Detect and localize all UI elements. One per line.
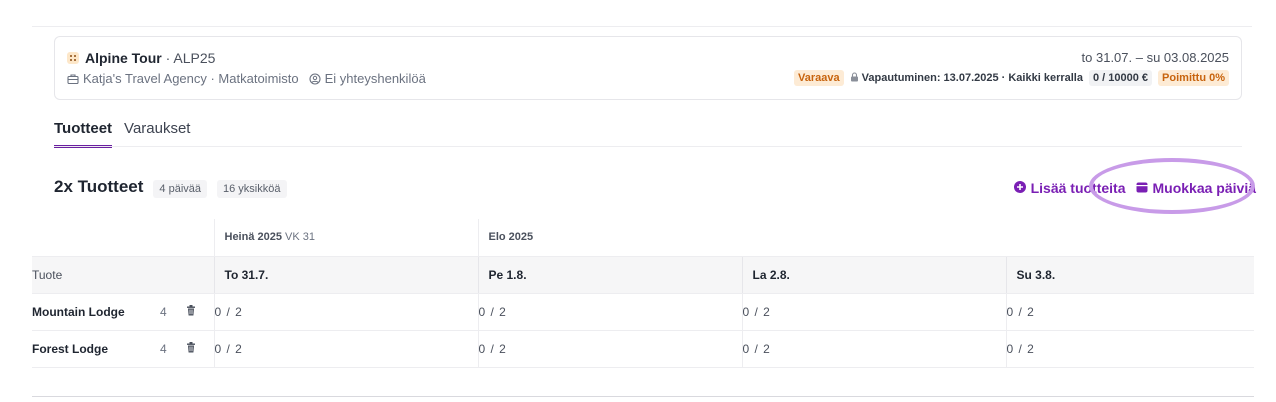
drag-handle-icon xyxy=(67,52,79,64)
contact-icon xyxy=(309,72,321,85)
day-header-row: Tuote To 31.7. Pe 1.8. La 2.8. Su 3.8. xyxy=(32,256,1254,294)
tour-dates: to 31.07. – su 03.08.2025 xyxy=(1081,50,1229,65)
month-august: Elo 2025 xyxy=(477,219,1254,257)
availability-cell[interactable]: 0 / 2 xyxy=(213,293,478,331)
product-column-header: Tuote xyxy=(32,256,214,294)
product-quantity: 4 xyxy=(160,330,186,368)
availability-cell[interactable]: 0 / 2 xyxy=(213,330,478,368)
calendar-icon xyxy=(1136,180,1148,196)
product-name[interactable]: Mountain Lodge xyxy=(32,293,160,331)
lock-icon xyxy=(850,71,859,85)
section-actions: Lisää tuotteita Muokkaa päiviä xyxy=(1013,180,1257,196)
tour-code: · ALP25 xyxy=(165,50,216,66)
availability-table: Heinä 2025 VK 31 Elo 2025 Tuote To 31.7.… xyxy=(32,219,1254,368)
trash-icon[interactable] xyxy=(186,330,214,368)
briefcase-icon xyxy=(67,73,79,85)
availability-cell[interactable]: 0 / 2 xyxy=(477,330,742,368)
status-badge: Varaava xyxy=(794,70,844,86)
tour-meta: Katja's Travel Agency · Matkatoimisto Ei… xyxy=(67,71,426,86)
day-header: Pe 1.8. xyxy=(477,256,742,294)
table-row: Forest Lodge 4 0 / 2 0 / 2 0 / 2 0 / 2 xyxy=(32,330,1254,368)
edit-days-button[interactable]: Muokkaa päiviä xyxy=(1136,180,1257,196)
day-header: To 31.7. xyxy=(213,256,478,294)
bottom-divider xyxy=(32,396,1254,397)
tab-bar: Tuotteet Varaukset xyxy=(54,120,190,148)
month-header-row: Heinä 2025 VK 31 Elo 2025 xyxy=(32,219,1254,257)
availability-cell[interactable]: 0 / 2 xyxy=(1005,293,1254,331)
tab-reservations[interactable]: Varaukset xyxy=(124,120,190,148)
release-info: Vapautuminen: 13.07.2025 · Kaikki kerral… xyxy=(850,71,1083,85)
availability-cell[interactable]: 0 / 2 xyxy=(741,293,1006,331)
tour-title: Alpine Tour · ALP25 xyxy=(67,50,215,66)
contact-person[interactable]: Ei yhteyshenkilöä xyxy=(325,71,426,86)
section-title: 2x Tuotteet xyxy=(54,177,144,196)
availability-cell[interactable]: 0 / 2 xyxy=(741,330,1006,368)
tour-name[interactable]: Alpine Tour xyxy=(85,50,162,66)
tour-status-bar: Varaava Vapautuminen: 13.07.2025 · Kaikk… xyxy=(794,70,1229,86)
availability-cell[interactable]: 0 / 2 xyxy=(1005,330,1254,368)
product-name[interactable]: Forest Lodge xyxy=(32,330,160,368)
month-july: Heinä 2025 VK 31 xyxy=(213,219,478,257)
day-header: Su 3.8. xyxy=(1005,256,1254,294)
table-row: Mountain Lodge 4 0 / 2 0 / 2 0 / 2 0 / 2 xyxy=(32,293,1254,331)
top-divider xyxy=(32,26,1252,27)
release-text: Vapautuminen: 13.07.2025 · Kaikki kerral… xyxy=(861,72,1083,84)
tab-products[interactable]: Tuotteet xyxy=(54,120,113,148)
edit-days-label: Muokkaa päiviä xyxy=(1152,180,1257,196)
amount-badge: 0 / 10000 € xyxy=(1088,70,1153,86)
product-quantity: 4 xyxy=(160,293,186,331)
picked-badge: Poimittu 0% xyxy=(1158,70,1229,86)
units-count-badge: 16 yksikköä xyxy=(217,180,287,198)
tour-header-card: Alpine Tour · ALP25 Katja's Travel Agenc… xyxy=(54,36,1242,100)
plus-circle-icon xyxy=(1013,180,1026,196)
days-count-badge: 4 päivää xyxy=(153,180,208,198)
tabs-divider xyxy=(54,146,1242,147)
trash-icon[interactable] xyxy=(186,293,214,331)
availability-cell[interactable]: 0 / 2 xyxy=(477,293,742,331)
agency-name[interactable]: Katja's Travel Agency · Matkatoimisto xyxy=(83,71,299,86)
day-header: La 2.8. xyxy=(741,256,1006,294)
add-products-label: Lisää tuotteita xyxy=(1030,180,1126,196)
add-products-button[interactable]: Lisää tuotteita xyxy=(1013,180,1126,196)
section-header: 2x Tuotteet 4 päivää 16 yksikköä xyxy=(54,177,287,198)
